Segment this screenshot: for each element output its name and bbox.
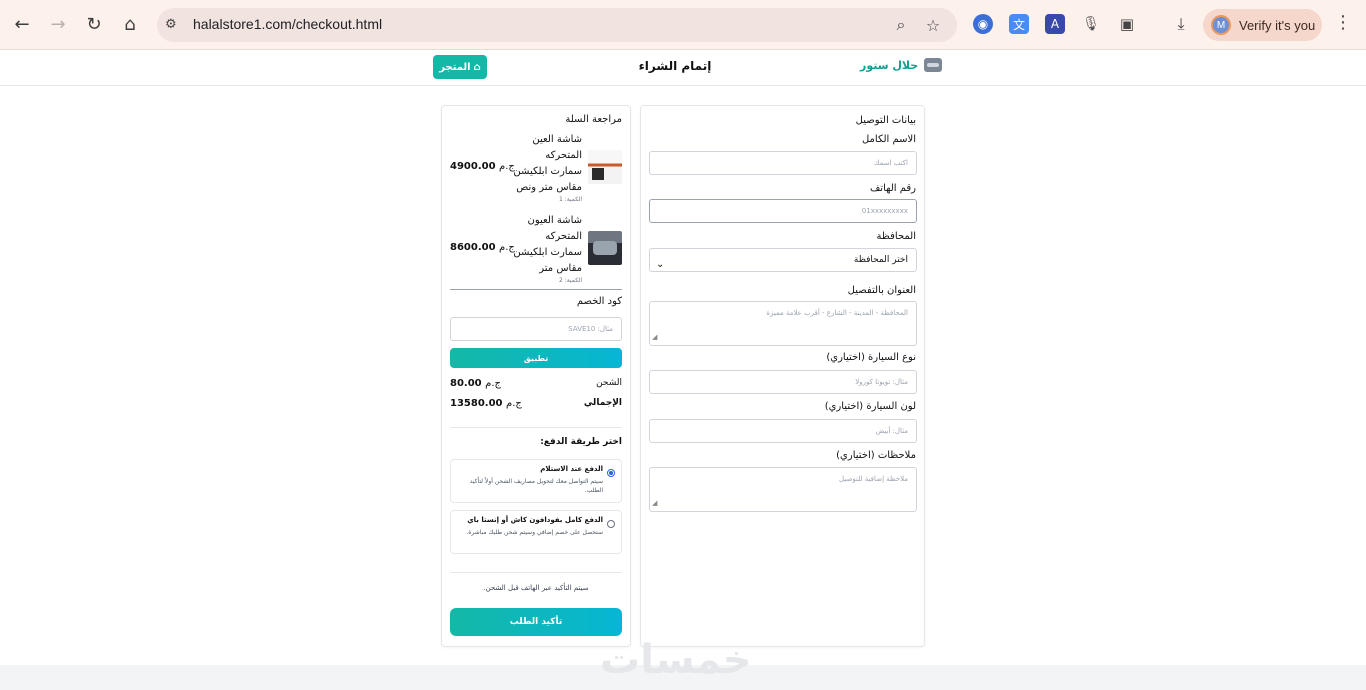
item-price-value: 8600.00 <box>450 242 496 253</box>
total-value: 13580.00 ج.م <box>450 398 522 409</box>
divider <box>450 427 622 428</box>
site-header: المتجر ⌂ إتمام الشراء حلال ستور <box>0 50 1366 86</box>
shipping-label: الشحن <box>596 378 622 388</box>
cart-item: شاشة العين المتحركه سمارت ابلكيشن مقاس م… <box>450 132 622 208</box>
address-label: العنوان بالتفصيل <box>847 285 916 296</box>
fullname-input[interactable]: اكتب اسمك <box>649 151 917 175</box>
brand-name: حلال ستور <box>860 58 919 72</box>
car-color-input[interactable]: مثال: أبيض <box>649 419 917 443</box>
avatar: M <box>1211 15 1231 35</box>
brand[interactable]: حلال ستور <box>860 58 943 72</box>
wallet-radio[interactable] <box>607 520 615 528</box>
wallet-title: الدفع كامل بفودافون كاش أو إنستا باي <box>467 516 603 524</box>
profile-chip[interactable]: M Verify it's you <box>1203 9 1322 41</box>
divider <box>450 572 622 573</box>
forward-icon[interactable]: → <box>46 12 70 36</box>
item-price: 8600.00 ج.م <box>450 242 515 253</box>
home-icon[interactable]: ⌂ <box>118 12 142 36</box>
delivery-card: بيانات التوصيل الاسم الكامل اكتب اسمك رق… <box>640 105 925 647</box>
car-logo-icon <box>924 58 943 72</box>
car-color-label: لون السيارة (اختياري) <box>824 401 916 412</box>
cart-item: شاشة العيون المتحركه سمارت ابلكيشن مقاس … <box>450 213 622 289</box>
cod-title: الدفع عند الاستلام <box>540 465 603 473</box>
total-currency: ج.م <box>506 398 522 409</box>
kebab-menu-icon[interactable]: ⋮ <box>1334 14 1352 32</box>
shipping-value: 80.00 ج.م <box>450 378 501 389</box>
cart-card: مراجعة السلة شاشة العين المتحركه سمارت ا… <box>441 105 631 647</box>
delivery-title: بيانات التوصيل <box>855 115 916 126</box>
phone-label: رقم الهاتف <box>869 183 916 194</box>
shipping-row: الشحن 80.00 ج.م <box>450 378 622 392</box>
address-textarea[interactable]: المحافظة - المدينة - الشارع - أقرب علامة… <box>649 301 917 346</box>
cart-title: مراجعة السلة <box>565 114 622 125</box>
profile-label: Verify it's you <box>1239 17 1316 33</box>
confirm-order-button[interactable]: تأكيد الطلب <box>450 608 622 636</box>
total-label: الإجمالي <box>583 398 622 408</box>
item-price-currency: ج.م <box>499 161 515 172</box>
cod-radio[interactable] <box>607 469 615 477</box>
item-price-currency: ج.م <box>499 242 515 253</box>
item-qty: الكمية: 1 <box>558 196 582 203</box>
item-name: شاشة العين المتحركه سمارت ابلكيشن مقاس م… <box>513 134 582 193</box>
notes-textarea[interactable]: ملاحظة إضافية للتوصيل ◢ <box>649 467 917 512</box>
url-text[interactable]: halalstore1.com/checkout.html <box>193 16 382 32</box>
governorate-select[interactable]: اختر المحافظة ⌄ <box>649 248 917 272</box>
resize-handle-icon[interactable]: ◢ <box>652 330 657 344</box>
microphone-icon[interactable]: 🎙 <box>1081 14 1101 34</box>
page-title: إتمام الشراء <box>638 59 712 73</box>
total-row: الإجمالي 13580.00 ج.م <box>450 398 622 412</box>
payment-title: اختر طريقة الدفع: <box>540 437 622 447</box>
total-amount: 13580.00 <box>450 398 503 409</box>
extensions-puzzle-icon[interactable]: ▣ <box>1117 14 1137 34</box>
divider <box>450 289 622 290</box>
zoom-icon[interactable]: ⌕ <box>891 15 911 35</box>
language-icon[interactable]: A <box>1045 14 1065 34</box>
wallet-desc: ستحصل على خصم إضافي وسيتم شحن طلبك مباشر… <box>466 529 603 536</box>
notes-placeholder: ملاحظة إضافية للتوصيل <box>839 475 908 483</box>
car-type-input[interactable]: مثال: تويوتا كورولا <box>649 370 917 394</box>
site-info-icon[interactable]: ⚙ <box>165 17 181 33</box>
confirm-note: سيتم التأكيد عبر الهاتف قبل الشحن. <box>483 584 589 592</box>
store-button-label: المتجر <box>439 61 471 73</box>
translate-icon[interactable]: 文 <box>1009 14 1029 34</box>
store-button[interactable]: المتجر ⌂ <box>433 55 487 79</box>
back-icon[interactable]: ← <box>10 12 34 36</box>
shipping-currency: ج.م <box>485 378 501 389</box>
payment-option-wallet[interactable]: الدفع كامل بفودافون كاش أو إنستا باي ستح… <box>450 510 622 554</box>
car-type-label: نوع السيارة (اختياري) <box>826 352 916 363</box>
extension-globe-icon[interactable]: ◉ <box>973 14 993 34</box>
address-bar[interactable]: ⚙ halalstore1.com/checkout.html ⌕ ☆ <box>157 8 957 42</box>
shipping-amount: 80.00 <box>450 378 482 389</box>
governorate-label: المحافظة <box>876 231 916 242</box>
browser-toolbar: ← → ↻ ⌂ ⚙ halalstore1.com/checkout.html … <box>0 0 1366 50</box>
product-image <box>588 231 622 265</box>
apply-discount-button[interactable]: تطبيق <box>450 348 622 368</box>
phone-input[interactable]: 01xxxxxxxxx <box>649 199 917 223</box>
discount-input[interactable]: مثال: SAVE10 <box>450 317 622 341</box>
fullname-label: الاسم الكامل <box>861 134 916 145</box>
item-qty: الكمية: 2 <box>558 277 582 284</box>
chevron-down-icon: ⌄ <box>656 259 665 270</box>
cod-desc: سيتم التواصل معك لتحويل مصاريف الشحن أول… <box>469 478 603 494</box>
bookmark-star-icon[interactable]: ☆ <box>923 15 943 35</box>
governorate-value: اختر المحافظة <box>853 255 908 265</box>
item-name: شاشة العيون المتحركه سمارت ابلكيشن مقاس … <box>513 215 582 274</box>
reload-icon[interactable]: ↻ <box>82 12 106 36</box>
house-icon: ⌂ <box>473 61 481 73</box>
notes-label: ملاحظات (اختياري) <box>836 450 916 461</box>
resize-handle-icon[interactable]: ◢ <box>652 496 657 510</box>
address-placeholder: المحافظة - المدينة - الشارع - أقرب علامة… <box>766 309 908 317</box>
discount-label: كود الخصم <box>576 296 622 307</box>
payment-option-cod[interactable]: الدفع عند الاستلام سيتم التواصل معك لتحو… <box>450 459 622 503</box>
item-price: 4900.00 ج.م <box>450 161 515 172</box>
product-image <box>588 150 622 184</box>
download-icon[interactable]: ⤓ <box>1171 14 1191 34</box>
checkout-page: المتجر ⌂ إتمام الشراء حلال ستور بيانات ا… <box>0 50 1366 665</box>
watermark-logo: خمسات <box>600 637 752 683</box>
item-price-value: 4900.00 <box>450 161 496 172</box>
